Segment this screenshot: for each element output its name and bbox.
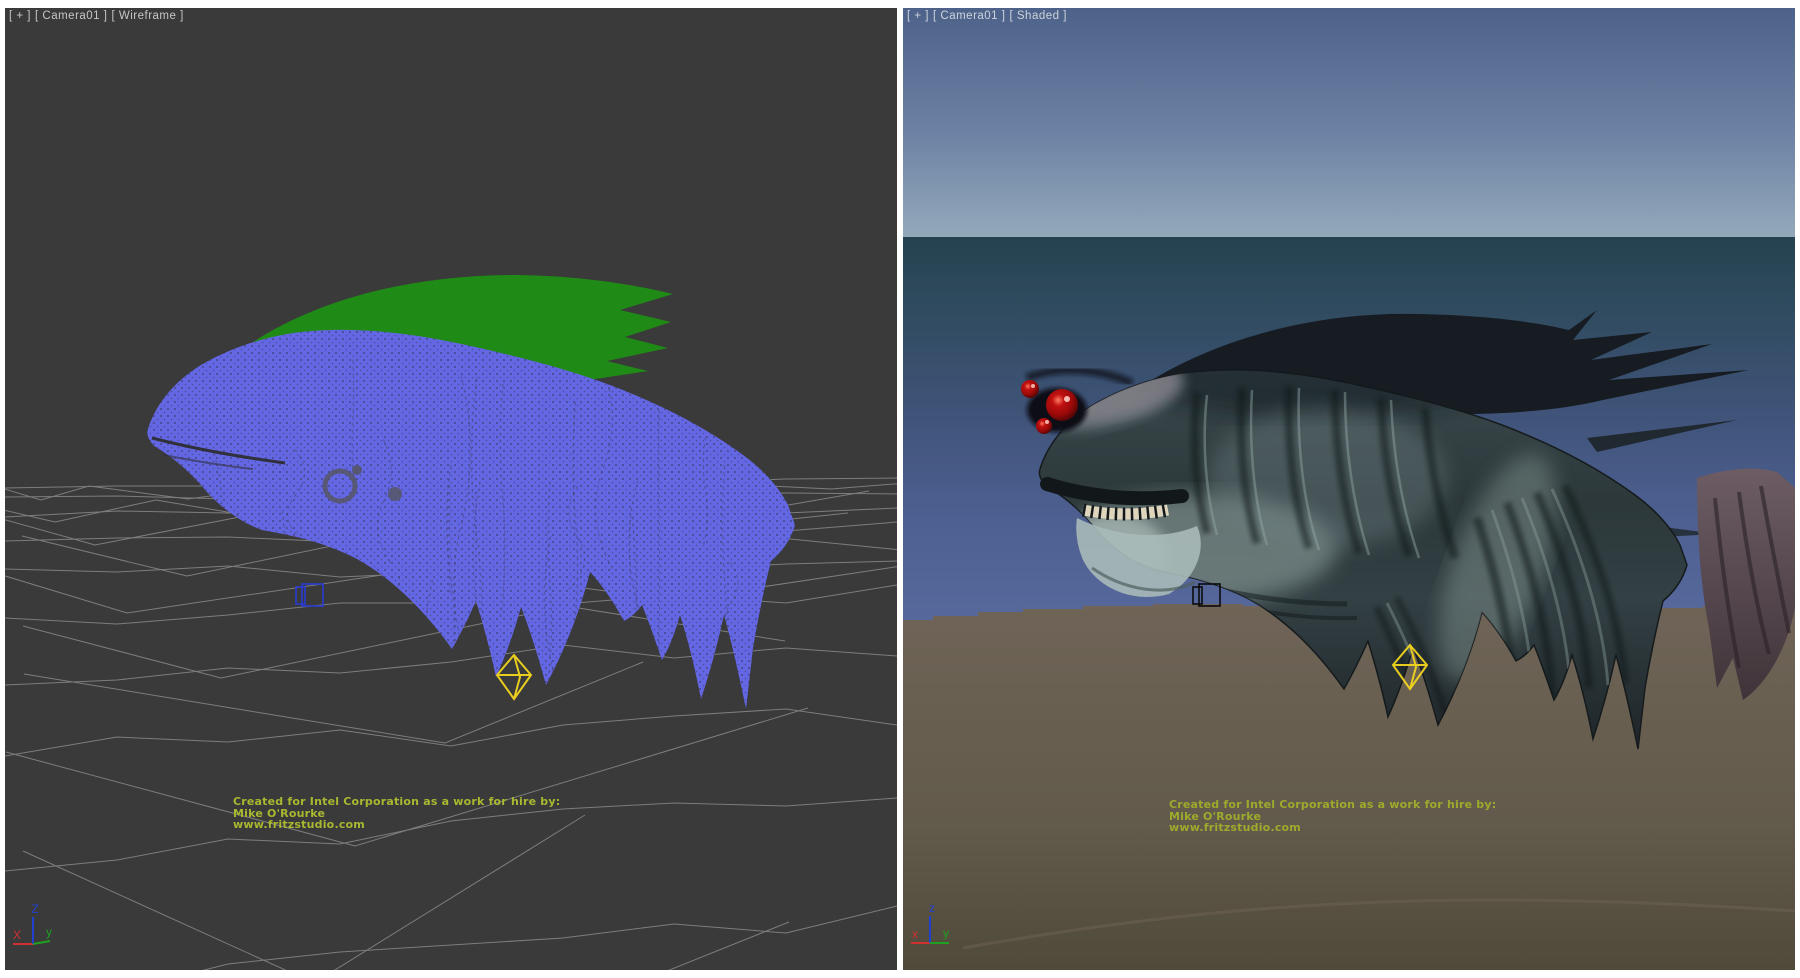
viewport-menu-shading[interactable]: [ Wireframe ]: [111, 10, 183, 22]
sky-backdrop: [903, 8, 1795, 237]
viewport-menu-expand[interactable]: [ + ]: [9, 10, 31, 22]
viewport-label-wireframe: [ + ] [ Camera01 ] [ Wireframe ]: [9, 10, 188, 22]
fish-eye-small: [1021, 380, 1039, 398]
copyright-watermark: Created for Intel Corporation as a work …: [1169, 799, 1496, 834]
axis-y-label: y: [46, 925, 52, 939]
viewport-menu-expand[interactable]: [ + ]: [907, 10, 929, 22]
fish-eye-small: [1036, 418, 1052, 434]
copyright-watermark: Created for Intel Corporation as a work …: [233, 796, 560, 831]
axis-y-label: y: [943, 926, 949, 940]
viewport-menu-shading[interactable]: [ Shaded ]: [1009, 10, 1066, 22]
box-helper-object[interactable]: [296, 584, 323, 606]
axis-x-label: X: [13, 928, 21, 942]
axis-tripod: X Z y: [13, 902, 52, 944]
axis-x-label: x: [912, 927, 918, 941]
viewport-menu-camera[interactable]: [ Camera01 ]: [933, 10, 1005, 22]
viewport-shaded[interactable]: [ + ] [ Camera01 ] [ Shaded ]: [903, 8, 1795, 970]
axis-z-label: Z: [31, 902, 38, 916]
fish-eye: [1046, 389, 1078, 421]
viewport-wireframe[interactable]: [ + ] [ Camera01 ] [ Wireframe ]: [5, 8, 897, 970]
axis-z-label: z: [929, 901, 935, 915]
viewport-split-layout: [ + ] [ Camera01 ] [ Wireframe ]: [0, 0, 1800, 978]
viewport-menu-camera[interactable]: [ Camera01 ]: [35, 10, 107, 22]
viewport-label-shaded: [ + ] [ Camera01 ] [ Shaded ]: [907, 10, 1071, 22]
